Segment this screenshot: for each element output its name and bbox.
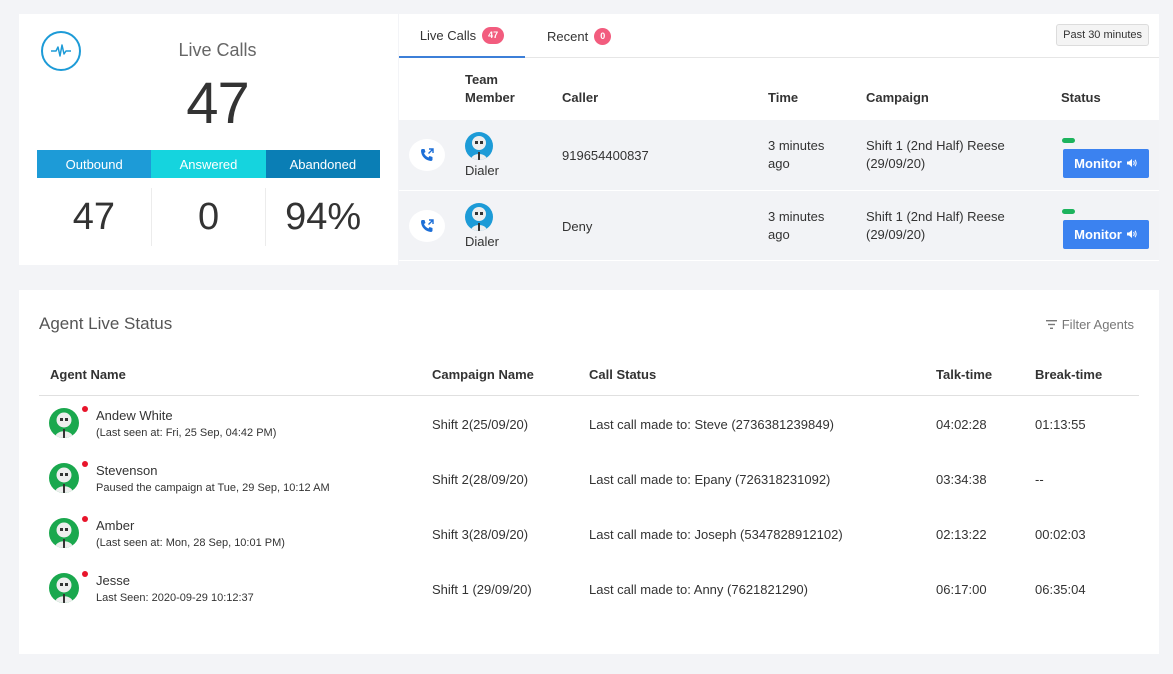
tab-live-calls-label: Live Calls: [419, 27, 477, 43]
recent-badge: 0: [594, 27, 612, 45]
column-header-campaign: Campaign: [866, 90, 929, 105]
agent-call-status: Last call made to: Epany (726318231092): [589, 472, 831, 487]
agent-campaign: Shift 3(28/09/20): [432, 527, 529, 542]
abandoned-label: Abandoned: [265, 150, 380, 178]
avatar: [49, 408, 79, 438]
agent-break-time: 00:02:03: [1035, 527, 1086, 542]
filter-agents-label: Filter Agents: [1061, 317, 1134, 332]
abandoned-value: 94%: [265, 188, 380, 246]
monitor-button[interactable]: Monitor: [1063, 149, 1149, 178]
table-row: Dialer 919654400837 3 minutes ago Shift …: [399, 120, 1159, 190]
column-header-team-member: Team Member: [465, 72, 515, 105]
filter-agents-button[interactable]: Filter Agents: [1045, 317, 1134, 332]
online-status-dot: [82, 516, 88, 522]
call-campaign: Shift 1 (2nd Half) Reese (29/09/20): [866, 138, 1005, 171]
agent-call-status: Last call made to: Joseph (5347828912102…: [589, 527, 843, 542]
live-calls-badge: 47: [482, 26, 505, 44]
metric-header: Outbound Answered Abandoned: [37, 150, 380, 178]
agent-campaign: Shift 2(28/09/20): [432, 472, 529, 487]
agent-name: Stevenson: [96, 463, 158, 478]
metric-values: 47 0 94%: [37, 188, 380, 246]
calls-tabs: Live Calls 47 Recent 0 Past 30 minutes: [399, 14, 1159, 58]
agent-talk-time: 02:13:22: [936, 527, 987, 542]
answered-label: Answered: [151, 150, 266, 178]
column-header-break-time: Break-time: [1035, 367, 1103, 382]
outbound-label: Outbound: [37, 150, 152, 178]
outbound-value: 47: [72, 195, 115, 238]
table-row: Stevenson Paused the campaign at Tue, 29…: [39, 452, 1139, 507]
agent-campaign: Shift 1 (29/09/20): [432, 582, 532, 597]
avatar: [49, 518, 79, 548]
team-member-name: Dialer: [465, 234, 499, 249]
team-member-name: Dialer: [465, 163, 499, 178]
agent-name: Jesse: [96, 573, 130, 588]
agent-break-time: --: [1035, 472, 1044, 487]
agent-talk-time: 04:02:28: [936, 417, 987, 432]
active-status-indicator: [1062, 138, 1075, 143]
online-status-dot: [82, 406, 88, 412]
avatar: [49, 573, 79, 603]
avatar: [465, 132, 493, 160]
monitor-button-label: Monitor: [1074, 156, 1122, 171]
agent-break-time: 01:13:55: [1035, 417, 1086, 432]
table-row: Dialer Deny 3 minutes ago Shift 1 (2nd H…: [399, 190, 1159, 260]
active-status-indicator: [1062, 209, 1075, 214]
agent-name: Amber: [96, 518, 135, 533]
outgoing-call-icon: [409, 210, 445, 242]
filter-icon: [1045, 317, 1057, 332]
caller-number: 919654400837: [562, 148, 649, 163]
speaker-icon: [1126, 227, 1138, 242]
tab-recent[interactable]: Recent 0: [547, 14, 612, 58]
tab-recent-label: Recent: [547, 28, 589, 44]
team-member: Dialer: [465, 132, 545, 180]
speaker-icon: [1126, 156, 1138, 171]
column-header-caller: Caller: [562, 90, 599, 105]
call-campaign: Shift 1 (2nd Half) Reese (29/09/20): [866, 209, 1005, 242]
agent-live-status-title: Agent Live Status: [39, 314, 173, 333]
agent-last-seen: Last Seen: 2020-09-29 10:12:37: [96, 592, 254, 604]
time-range-filter-button[interactable]: Past 30 minutes: [1056, 24, 1149, 46]
outgoing-call-icon: [409, 139, 445, 171]
agent-talk-time: 03:34:38: [936, 472, 987, 487]
online-status-dot: [82, 571, 88, 577]
column-header-call-status: Call Status: [589, 367, 657, 382]
agent-break-time: 06:35:04: [1035, 582, 1086, 597]
agent-campaign: Shift 2(25/09/20): [432, 417, 529, 432]
monitor-button-label: Monitor: [1074, 227, 1122, 242]
agent-live-status-card: Agent Live Status Filter Agents Agent Na…: [19, 290, 1159, 654]
table-row: Andew White (Last seen at: Fri, 25 Sep, …: [39, 397, 1139, 452]
agent-last-seen: Paused the campaign at Tue, 29 Sep, 10:1…: [96, 482, 330, 494]
online-status-dot: [82, 461, 88, 467]
agent-talk-time: 06:17:00: [936, 582, 987, 597]
table-row: Amber (Last seen at: Mon, 28 Sep, 10:01 …: [39, 507, 1139, 562]
answered-value: 0: [150, 188, 266, 246]
column-header-agent-name: Agent Name: [50, 367, 126, 382]
call-time: 3 minutes ago: [768, 209, 825, 242]
column-header-campaign-name: Campaign Name: [432, 367, 534, 382]
agent-call-status: Last call made to: Steve (2736381239849): [589, 417, 835, 432]
table-row: Jesse Last Seen: 2020-09-29 10:12:37 Shi…: [39, 562, 1139, 617]
live-calls-summary-card: Live Calls 47 Outbound Answered Abandone…: [19, 14, 398, 265]
column-header-talk-time: Talk-time: [936, 367, 993, 382]
tab-live-calls[interactable]: Live Calls 47: [399, 14, 525, 58]
agent-last-seen: (Last seen at: Mon, 28 Sep, 10:01 PM): [96, 537, 285, 549]
live-calls-table-card: Live Calls 47 Recent 0 Past 30 minutes T…: [399, 14, 1159, 261]
agent-last-seen: (Last seen at: Fri, 25 Sep, 04:42 PM): [96, 427, 277, 439]
avatar: [49, 463, 79, 493]
column-header-status: Status: [1061, 90, 1101, 105]
agent-name: Andew White: [96, 408, 173, 423]
live-calls-title: Live Calls: [178, 40, 257, 60]
agent-call-status: Last call made to: Anny (7621821290): [589, 582, 808, 597]
monitor-button[interactable]: Monitor: [1063, 220, 1149, 249]
agents-table-header: Agent Name Campaign Name Call Status Tal…: [39, 356, 1139, 396]
calls-table-header: Team Member Caller Time Campaign Status: [399, 59, 1159, 119]
caller-number: Deny: [562, 219, 593, 234]
call-time: 3 minutes ago: [768, 138, 825, 171]
live-calls-count: 47: [186, 71, 250, 136]
avatar: [465, 203, 493, 231]
column-header-time: Time: [768, 90, 799, 105]
team-member: Dialer: [465, 203, 545, 251]
